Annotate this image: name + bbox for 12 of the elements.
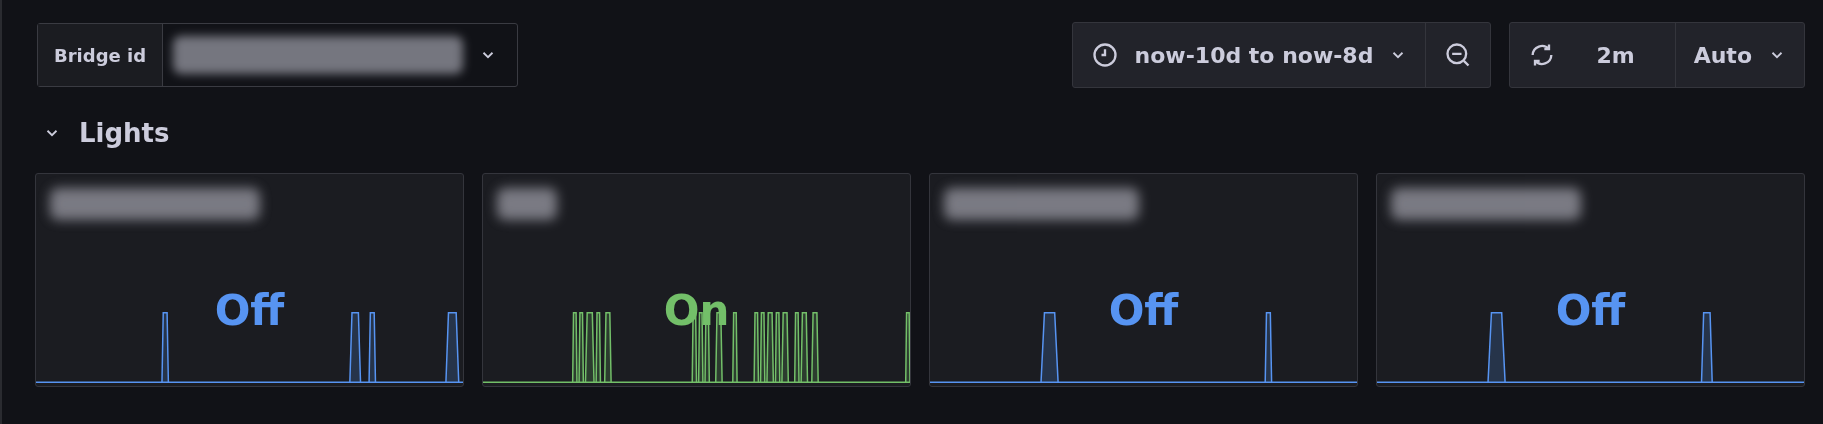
stat-value: On bbox=[663, 286, 730, 335]
variable-picker[interactable]: Bridge id bbox=[37, 23, 519, 87]
clock-icon bbox=[1090, 41, 1119, 69]
stat-value: Off bbox=[1555, 286, 1626, 335]
blurred-text bbox=[497, 188, 557, 220]
row-header[interactable]: Lights bbox=[43, 113, 1805, 153]
refresh-button[interactable]: 2m bbox=[1510, 23, 1675, 87]
refresh-interval-dropdown[interactable]: Auto bbox=[1674, 23, 1804, 87]
stat-value: Off bbox=[214, 286, 285, 335]
variable-label: Bridge id bbox=[38, 24, 164, 86]
row-title: Lights bbox=[79, 118, 170, 148]
stat-value: Off bbox=[1108, 286, 1179, 335]
